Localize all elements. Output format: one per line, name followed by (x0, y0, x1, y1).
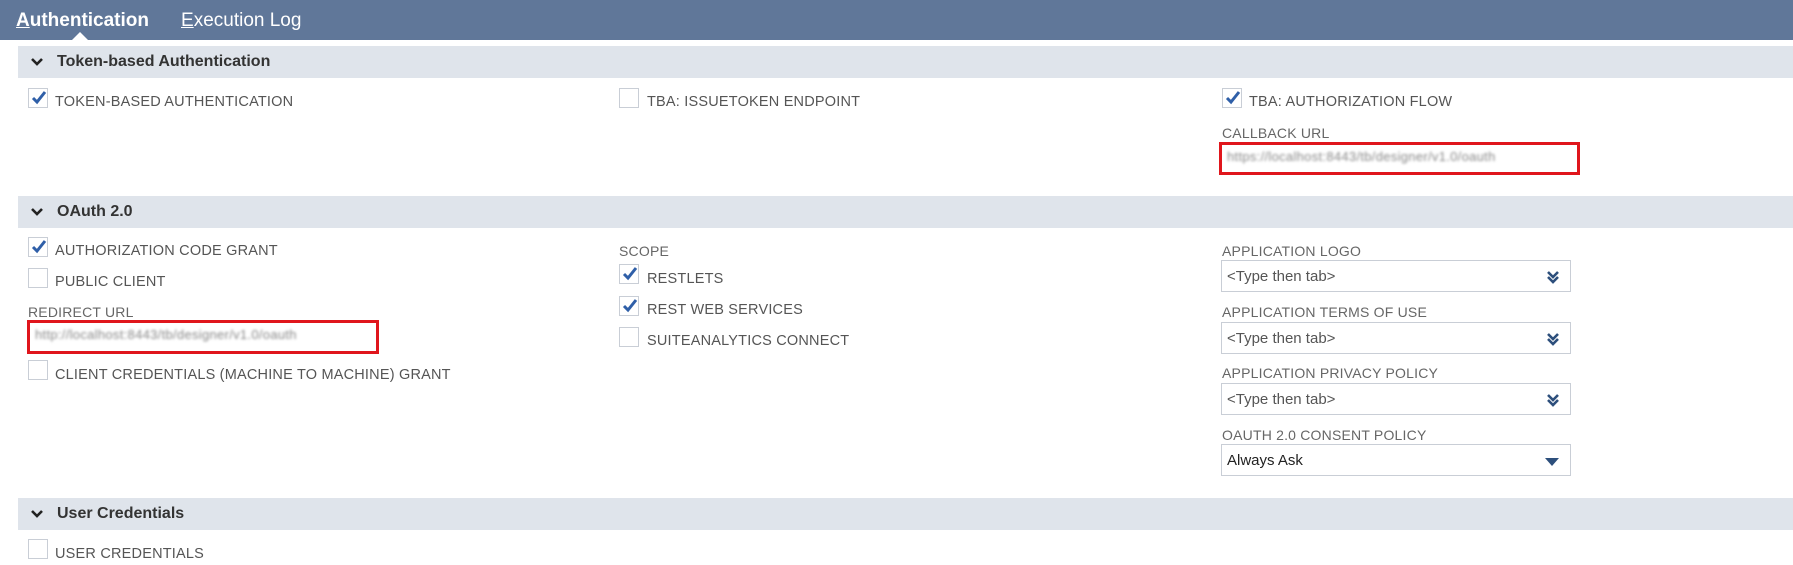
double-chevron-down-icon (1547, 271, 1559, 284)
suiteanalytics-checkbox[interactable] (619, 327, 639, 347)
user-credentials-checkbox[interactable] (28, 539, 48, 559)
rest-web-services-checkbox[interactable] (619, 296, 639, 316)
authorization-flow-checkbox[interactable] (1222, 88, 1242, 108)
section-header-oauth[interactable]: OAuth 2.0 (18, 196, 1793, 228)
app-privacy-label: APPLICATION PRIVACY POLICY (1222, 365, 1439, 381)
client-credentials-label: CLIENT CREDENTIALS (MACHINE TO MACHINE) … (55, 367, 451, 383)
redirect-url-field[interactable]: http://localhost:8443/tb/designer/v1.0/o… (27, 320, 379, 354)
app-privacy-placeholder: <Type then tab> (1227, 391, 1336, 408)
checkmark-icon (1225, 91, 1241, 105)
app-privacy-select[interactable]: <Type then tab> (1221, 383, 1571, 415)
section-title-user: User Credentials (57, 505, 185, 522)
suiteanalytics-label: SUITEANALYTICS CONNECT (647, 333, 850, 349)
tab-authentication-label: uthentication (29, 10, 150, 31)
app-logo-select[interactable]: <Type then tab> (1221, 260, 1571, 292)
callback-url-field[interactable]: https://localhost:8443/tb/designer/v1.0/… (1219, 142, 1580, 175)
public-client-checkbox[interactable] (28, 268, 48, 288)
token-based-auth-label: TOKEN-BASED AUTHENTICATION (55, 94, 294, 110)
user-credentials-label: USER CREDENTIALS (55, 546, 205, 562)
token-based-auth-checkbox[interactable] (28, 88, 48, 108)
callback-url-value: https://localhost:8443/tb/designer/v1.0/… (1227, 149, 1496, 164)
authorization-flow-label: TBA: AUTHORIZATION FLOW (1249, 94, 1453, 110)
active-tab-indicator (72, 32, 88, 40)
app-logo-placeholder: <Type then tab> (1227, 268, 1336, 285)
restlets-checkbox[interactable] (619, 264, 639, 284)
tab-authentication-accesskey: A (16, 10, 30, 31)
checkmark-icon (622, 299, 638, 313)
consent-policy-label: OAUTH 2.0 CONSENT POLICY (1222, 427, 1427, 443)
checkmark-icon (31, 240, 47, 254)
checkmark-icon (622, 267, 638, 281)
tab-execution-log[interactable]: Execution Log (181, 10, 301, 32)
redirect-url-value: http://localhost:8443/tb/designer/v1.0/o… (35, 327, 297, 342)
consent-policy-select[interactable]: Always Ask (1221, 444, 1571, 476)
app-logo-label: APPLICATION LOGO (1222, 243, 1362, 259)
restlets-label: RESTLETS (647, 271, 724, 287)
callback-url-label: CALLBACK URL (1222, 125, 1330, 141)
tab-authentication[interactable]: Authentication (16, 10, 149, 32)
chevron-down-icon (31, 58, 43, 66)
scope-label: SCOPE (619, 243, 670, 259)
public-client-label: PUBLIC CLIENT (55, 274, 166, 290)
caret-down-icon (1545, 458, 1559, 466)
double-chevron-down-icon (1547, 333, 1559, 346)
tab-execution-log-label: xecution Log (193, 10, 302, 31)
issuetoken-endpoint-checkbox[interactable] (619, 88, 639, 108)
double-chevron-down-icon (1547, 394, 1559, 407)
auth-code-grant-label: AUTHORIZATION CODE GRANT (55, 243, 278, 259)
rest-web-services-label: REST WEB SERVICES (647, 302, 803, 318)
chevron-down-icon (31, 510, 43, 518)
section-title-oauth: OAuth 2.0 (57, 203, 133, 220)
consent-policy-value: Always Ask (1227, 452, 1303, 469)
chevron-down-icon (31, 208, 43, 216)
tab-execution-log-accesskey: E (181, 10, 194, 31)
auth-code-grant-checkbox[interactable] (28, 237, 48, 257)
tab-bar: Authentication Execution Log (0, 0, 1793, 40)
redirect-url-label: REDIRECT URL (28, 304, 134, 320)
checkmark-icon (31, 91, 47, 105)
section-title-tba: Token-based Authentication (57, 53, 271, 70)
section-header-user[interactable]: User Credentials (18, 498, 1793, 530)
client-credentials-checkbox[interactable] (28, 360, 48, 380)
app-terms-placeholder: <Type then tab> (1227, 330, 1336, 347)
app-terms-label: APPLICATION TERMS OF USE (1222, 304, 1427, 320)
app-terms-select[interactable]: <Type then tab> (1221, 322, 1571, 354)
section-header-tba[interactable]: Token-based Authentication (18, 46, 1793, 78)
issuetoken-endpoint-label: TBA: ISSUETOKEN ENDPOINT (647, 94, 861, 110)
